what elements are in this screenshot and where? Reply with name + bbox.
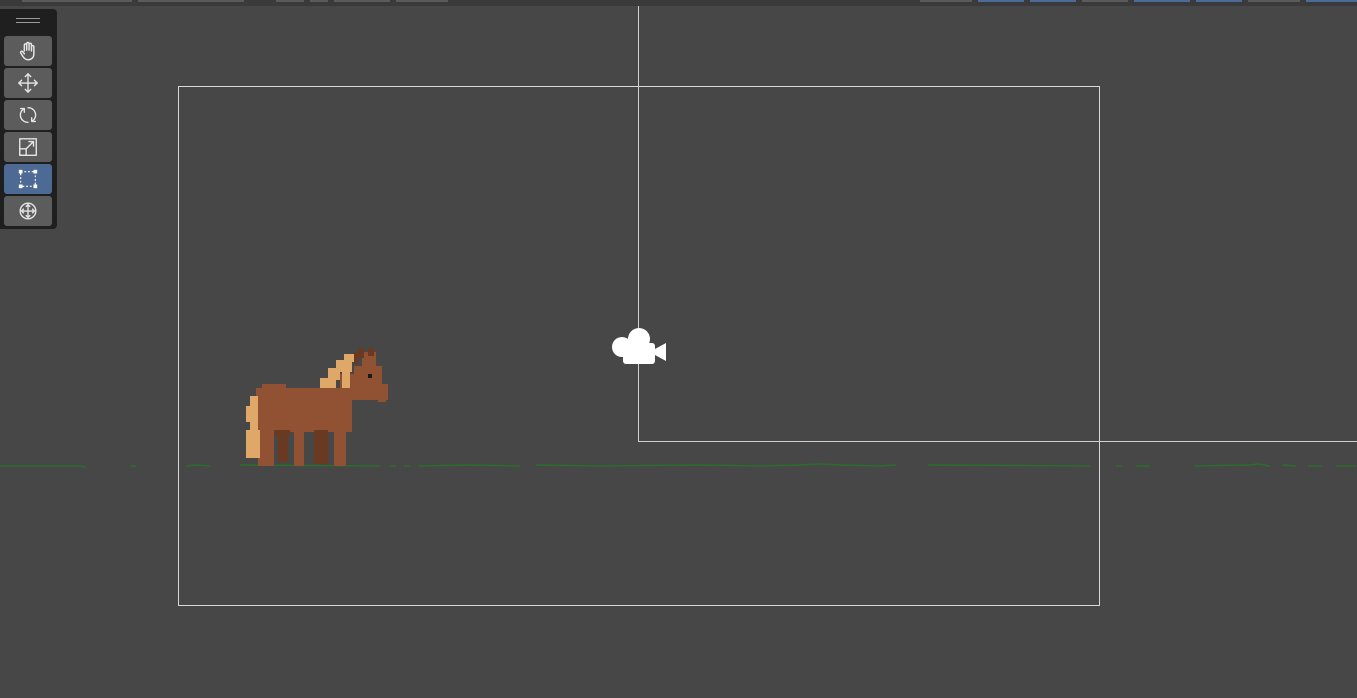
scale-icon: [19, 138, 37, 156]
strip-control[interactable]: [1082, 0, 1128, 2]
strip-control[interactable]: [1248, 0, 1300, 2]
rect-transform-icon: [18, 169, 38, 189]
strip-control[interactable]: [310, 0, 328, 2]
strip-control[interactable]: [1306, 0, 1357, 2]
ground-line: [0, 463, 1356, 468]
rotate-icon: [19, 106, 37, 124]
strip-control[interactable]: [396, 0, 448, 2]
strip-control[interactable]: [334, 0, 390, 2]
strip-control[interactable]: [276, 0, 304, 2]
strip-control[interactable]: [1196, 0, 1242, 2]
strip-control[interactable]: [1134, 0, 1190, 2]
transform-tool-button[interactable]: [4, 196, 52, 226]
strip-control[interactable]: [22, 0, 132, 2]
top-toolbar-strip: [0, 0, 1357, 6]
hand-icon: [19, 41, 35, 61]
overlay-drag-handle[interactable]: [16, 18, 40, 27]
rect-tool-button[interactable]: [4, 164, 52, 194]
move-arrows-icon: [18, 73, 38, 93]
scale-tool-button[interactable]: [4, 132, 52, 162]
pan-tool-button[interactable]: [4, 36, 52, 66]
transform-icon: [19, 202, 37, 220]
rotate-tool-button[interactable]: [4, 100, 52, 130]
strip-control[interactable]: [138, 0, 244, 2]
horse-sprite[interactable]: [244, 346, 390, 468]
camera-icon[interactable]: [611, 325, 667, 367]
strip-control[interactable]: [1030, 0, 1076, 2]
strip-control[interactable]: [978, 0, 1024, 2]
scene-tools-overlay: [0, 9, 57, 229]
move-tool-button[interactable]: [4, 68, 52, 98]
strip-control[interactable]: [920, 0, 972, 2]
